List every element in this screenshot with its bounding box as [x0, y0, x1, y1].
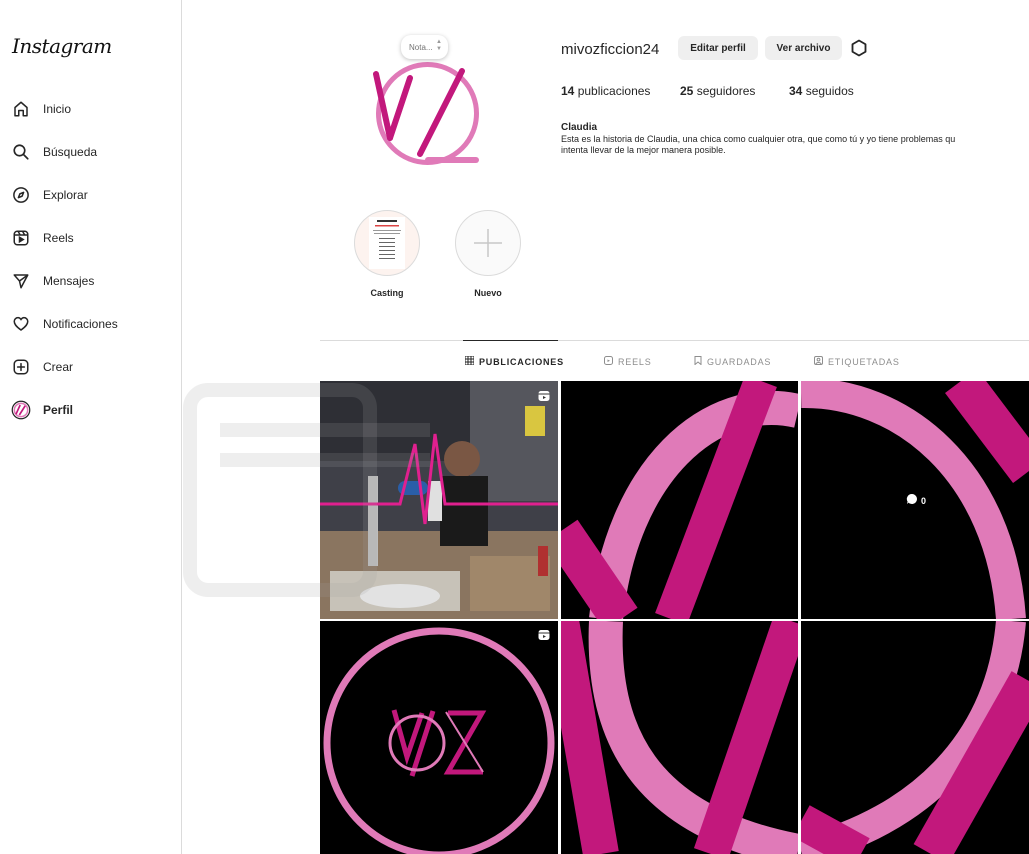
sidebar-item-label: Crear — [43, 360, 74, 374]
post-thumbnail-image — [320, 621, 558, 854]
plus-square-icon — [10, 356, 32, 378]
sidebar-item-mensajes[interactable]: Mensajes — [10, 268, 170, 294]
settings-gear-icon[interactable] — [849, 38, 869, 58]
profile-bio: Esta es la historia de Claudia, una chic… — [561, 134, 1029, 156]
reels-tab-icon — [604, 356, 613, 367]
tabs-divider — [320, 340, 1029, 341]
post-logo-part-2[interactable]: 0 — [801, 381, 1029, 619]
sidebar-item-notificaciones[interactable]: Notificaciones — [10, 311, 170, 337]
post-logo-part-3[interactable] — [561, 621, 798, 854]
tab-label: REELS — [618, 356, 652, 367]
instagram-logo[interactable]: Instagram — [12, 34, 112, 58]
plus-icon — [474, 229, 502, 257]
search-icon — [10, 141, 32, 163]
comment-overlay: 0 — [906, 492, 926, 510]
highlight-cover-casting — [354, 210, 420, 276]
sidebar-item-label: Búsqueda — [43, 145, 98, 159]
following-count: 34 — [789, 84, 803, 98]
bio-line: Esta es la historia de Claudia, una chic… — [561, 134, 956, 144]
view-archive-button[interactable]: Ver archivo — [765, 36, 842, 60]
profile-username: mivozficcion24 — [561, 41, 660, 58]
tag-person-icon — [814, 356, 823, 367]
tab-publicaciones[interactable]: PUBLICACIONES — [464, 355, 564, 367]
followers-label: seguidores — [696, 84, 756, 98]
note-bubble[interactable]: Nota... ▲ ▼ — [401, 35, 448, 59]
post-radio-studio[interactable] — [320, 381, 558, 619]
sidebar-item-label: Explorar — [43, 188, 88, 202]
sidebar-item-label: Reels — [43, 231, 74, 245]
comment-bubble-icon — [906, 492, 918, 510]
highlight-cover-new — [455, 210, 521, 276]
sidebar-item-crear[interactable]: Crear — [10, 354, 170, 380]
note-scroll-arrows-icon: ▲ ▼ — [436, 39, 442, 52]
tab-etiquetadas[interactable]: ETIQUETADAS — [814, 356, 900, 367]
comment-count: 0 — [921, 496, 927, 506]
post-logo-reel[interactable] — [320, 621, 558, 854]
stat-posts: 14 publicaciones — [561, 84, 650, 98]
sidebar-item-label: Notificaciones — [43, 317, 118, 331]
mvz-logo-avatar-icon — [373, 60, 481, 167]
sidebar-item-label: Mensajes — [43, 274, 95, 288]
sidebar-item-label: Inicio — [43, 102, 72, 116]
profile-avatar[interactable] — [370, 56, 485, 171]
heart-icon — [10, 313, 32, 335]
stat-following[interactable]: 34 seguidos — [789, 84, 854, 98]
post-logo-part-1[interactable] — [561, 381, 798, 619]
reel-indicator-icon — [538, 628, 550, 640]
sidebar-item-busqueda[interactable]: Búsqueda — [10, 139, 170, 165]
post-thumbnail-image — [561, 381, 798, 619]
tab-label: PUBLICACIONES — [479, 356, 564, 367]
stat-followers[interactable]: 25 seguidores — [680, 84, 755, 98]
highlight-label: Nuevo — [474, 288, 502, 298]
sidebar-item-reels[interactable]: Reels — [10, 225, 170, 251]
post-thumbnail-image — [561, 621, 798, 854]
active-tab-indicator — [463, 340, 558, 341]
sidebar-item-label: Perfil — [43, 403, 74, 417]
post-thumbnail-image — [320, 381, 558, 619]
post-thumbnail-image — [801, 621, 1029, 854]
following-label: seguidos — [805, 84, 854, 98]
sidebar-item-perfil[interactable]: Perfil — [10, 397, 170, 423]
reels-icon — [10, 227, 32, 249]
home-icon — [10, 98, 32, 120]
highlight-label: Casting — [370, 288, 404, 298]
highlight-new[interactable]: Nuevo — [455, 210, 521, 298]
tab-label: ETIQUETADAS — [828, 356, 900, 367]
paper-plane-icon — [10, 270, 32, 292]
bookmark-icon — [694, 356, 702, 367]
edit-profile-button[interactable]: Editar perfil — [678, 36, 758, 60]
profile-avatar-icon — [10, 399, 32, 421]
posts-count: 14 — [561, 84, 575, 98]
profile-display-name: Claudia — [561, 122, 598, 133]
tab-reels[interactable]: REELS — [604, 356, 652, 367]
tab-guardadas[interactable]: GUARDADAS — [694, 356, 771, 367]
bio-line: intenta llevar de la mejor manera posibl… — [561, 145, 726, 155]
note-placeholder: Nota... — [409, 42, 433, 52]
sidebar-item-inicio[interactable]: Inicio — [10, 96, 170, 122]
reel-indicator-icon — [538, 389, 550, 401]
followers-count: 25 — [680, 84, 694, 98]
highlight-casting[interactable]: Casting — [354, 210, 420, 298]
post-logo-part-4[interactable] — [801, 621, 1029, 854]
posts-label: publicaciones — [577, 84, 651, 98]
sidebar: Instagram Inicio Búsqueda Explorar Reels… — [0, 0, 182, 854]
tab-label: GUARDADAS — [707, 356, 772, 367]
grid-icon — [464, 355, 475, 367]
compass-icon — [10, 184, 32, 206]
sidebar-item-explorar[interactable]: Explorar — [10, 182, 170, 208]
